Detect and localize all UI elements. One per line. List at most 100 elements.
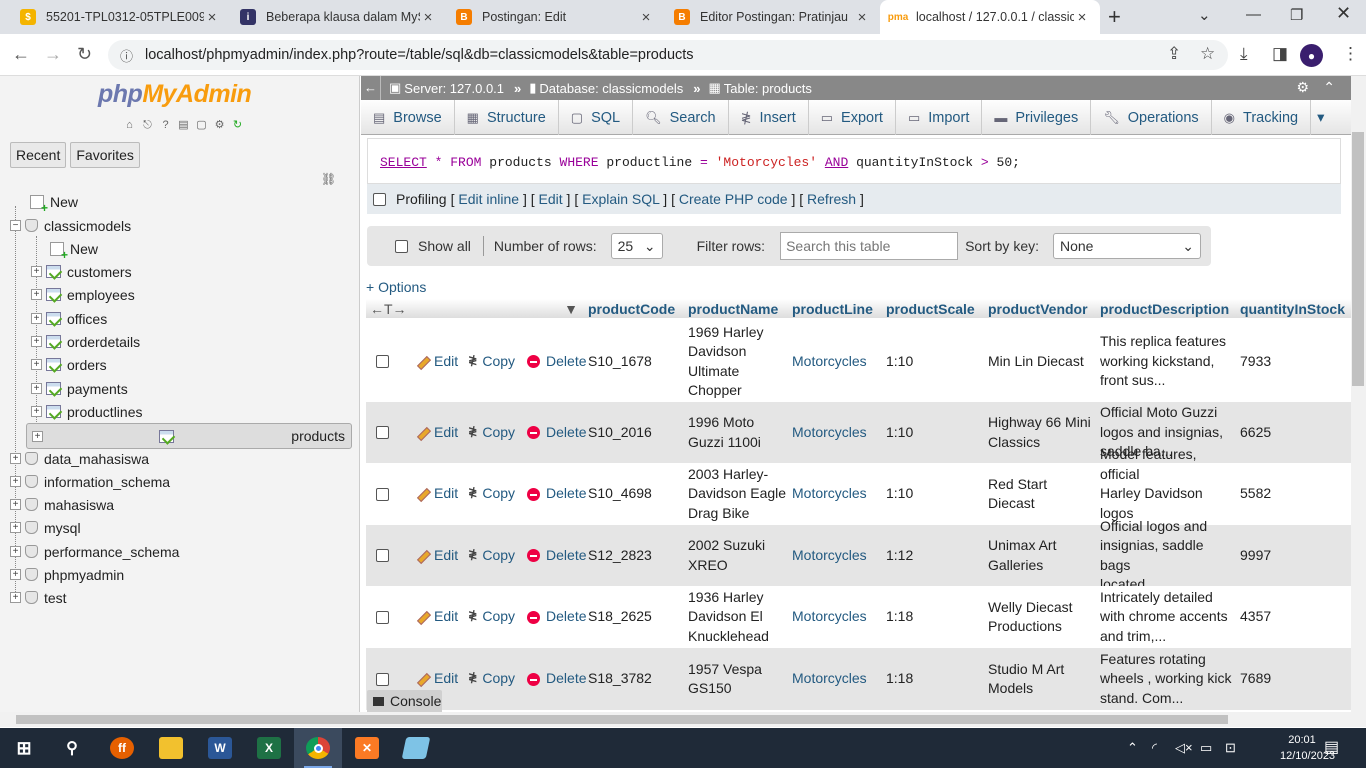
row-checkbox[interactable] <box>376 549 389 562</box>
expand-icon[interactable]: + <box>31 336 42 347</box>
tree-table-productlines[interactable]: + productlines <box>0 400 360 423</box>
delete-button[interactable]: Delete <box>527 352 587 372</box>
tab-browse[interactable]: ▤ Browse <box>361 100 455 135</box>
tree-db-data-mahasiswa[interactable]: + data_mahasiswa <box>0 447 360 470</box>
volume-icon[interactable]: ◁× <box>1175 740 1193 756</box>
tab-structure[interactable]: ▦ Structure <box>455 100 559 135</box>
url-field[interactable]: ⓘ localhost/phpmyadmin/index.php?route=/… <box>108 40 1228 70</box>
star-icon[interactable]: ☆ <box>1200 44 1215 64</box>
column-header[interactable]: productDescription <box>1096 301 1236 317</box>
tree-db-phpmyadmin[interactable]: + phpmyadmin <box>0 563 360 586</box>
xampp-icon[interactable]: ✕ <box>343 728 391 768</box>
close-icon[interactable]: × <box>204 9 220 26</box>
firefox-icon[interactable]: ff <box>98 728 146 768</box>
tree-db-performance-schema[interactable]: + performance_schema <box>0 540 360 563</box>
docs-page-icon[interactable]: ▢ <box>194 118 209 133</box>
copy-button[interactable]: ≹ Copy <box>468 352 515 372</box>
refresh-link[interactable]: Refresh <box>807 191 856 207</box>
edit-link[interactable]: Edit <box>539 191 563 207</box>
forward-icon[interactable]: → <box>44 44 62 65</box>
copy-button[interactable]: ≹ Copy <box>468 607 515 627</box>
browser-tab[interactable]: B Editor Postingan: Pratinjau × <box>664 0 880 34</box>
expand-icon[interactable]: + <box>10 499 21 510</box>
explain-sql-link[interactable]: Explain SQL <box>582 191 659 207</box>
new-tab-icon[interactable]: + <box>1108 4 1121 30</box>
tree-table-products[interactable]: + products <box>26 423 352 449</box>
cell-product-line[interactable]: Motorcycles <box>788 669 882 689</box>
expand-icon[interactable]: + <box>31 289 42 300</box>
expand-icon[interactable]: + <box>10 522 21 533</box>
tree-table-new[interactable]: New <box>0 237 360 262</box>
expand-icon[interactable]: + <box>10 453 21 464</box>
row-checkbox[interactable] <box>376 426 389 439</box>
language-icon[interactable]: ⊡ <box>1225 740 1236 756</box>
close-icon[interactable]: × <box>1074 9 1090 26</box>
row-checkbox[interactable] <box>376 610 389 624</box>
row-checkbox[interactable] <box>376 355 389 368</box>
expand-icon[interactable]: + <box>10 546 21 557</box>
copy-button[interactable]: ≹ Copy <box>468 423 515 443</box>
minimize-icon[interactable]: — <box>1246 6 1261 23</box>
tree-table-customers[interactable]: + customers <box>0 260 360 283</box>
close-window-icon[interactable]: ✕ <box>1336 3 1351 24</box>
file-explorer-icon[interactable] <box>147 728 195 768</box>
edit-button[interactable]: Edit <box>415 484 458 504</box>
chevron-up-icon[interactable]: ⌃ <box>1127 740 1138 756</box>
back-icon[interactable]: ← <box>12 44 30 65</box>
tree-db-information-schema[interactable]: + information_schema <box>0 470 360 493</box>
clock[interactable]: 20:01 12/10/2023 <box>1280 732 1335 764</box>
tree-table-orderdetails[interactable]: + orderdetails <box>0 330 360 353</box>
tab-sql[interactable]: ▢ SQL <box>559 100 634 135</box>
edit-button[interactable]: Edit <box>415 669 458 689</box>
exit-icon[interactable]: ⎋ <box>140 118 155 133</box>
chevron-down-icon[interactable]: ⌄ <box>1198 6 1211 24</box>
help-icon[interactable]: ? <box>158 118 173 133</box>
close-icon[interactable]: × <box>854 9 870 26</box>
avatar[interactable]: ● <box>1300 44 1323 67</box>
download-icon[interactable]: ⤓ <box>1240 44 1248 64</box>
word-icon[interactable]: W <box>196 728 244 768</box>
tree-new[interactable]: New <box>0 190 360 215</box>
expand-icon[interactable]: + <box>32 430 43 442</box>
edit-button[interactable]: Edit <box>415 352 458 372</box>
browser-tab[interactable]: i Beberapa klausa dalam MySQL × <box>230 0 446 34</box>
cell-product-line[interactable]: Motorcycles <box>788 423 882 443</box>
expand-icon[interactable]: + <box>31 266 42 277</box>
share-icon[interactable]: ⇪ <box>1167 44 1181 64</box>
console-button[interactable]: Console <box>367 690 442 712</box>
link-icon[interactable]: ⛓ <box>321 172 336 186</box>
gear-icon[interactable]: ⚙ <box>212 118 227 133</box>
expand-icon[interactable]: + <box>31 406 42 417</box>
column-header[interactable]: productName <box>684 301 788 317</box>
tab-export[interactable]: ▭ Export <box>809 100 896 135</box>
refresh-icon[interactable]: ↻ <box>230 118 245 133</box>
breadcrumb-table[interactable]: Table: products <box>724 81 812 96</box>
tree-db-mysql[interactable]: + mysql <box>0 516 360 539</box>
column-header[interactable]: productCode <box>584 301 684 317</box>
row-checkbox[interactable] <box>376 672 389 686</box>
edit-button[interactable]: Edit <box>415 423 458 443</box>
expand-icon[interactable]: + <box>10 592 21 603</box>
more-tabs-chevron-icon[interactable]: ▾ <box>1311 100 1330 135</box>
vertical-scroll-thumb[interactable] <box>1352 132 1364 386</box>
tab-operations[interactable]: 🔧︎ Operations <box>1091 100 1212 135</box>
column-header[interactable]: productLine <box>788 301 882 317</box>
column-header[interactable]: productScale <box>882 301 984 317</box>
collapse-panel-icon[interactable]: ← <box>361 76 381 100</box>
delete-button[interactable]: Delete <box>527 669 587 689</box>
chrome-icon[interactable] <box>294 728 342 768</box>
row-checkbox[interactable] <box>376 487 389 501</box>
expand-icon[interactable]: + <box>31 383 42 394</box>
cell-product-line[interactable]: Motorcycles <box>788 352 882 372</box>
info-icon[interactable]: ⓘ <box>120 46 133 65</box>
tab-tracking[interactable]: ◉ Tracking <box>1212 100 1312 135</box>
windows-start-icon[interactable]: ⊞ <box>0 728 48 768</box>
copy-button[interactable]: ≹ Copy <box>468 484 515 504</box>
tree-table-offices[interactable]: + offices <box>0 307 360 330</box>
create-php-code-link[interactable]: Create PHP code <box>679 191 788 207</box>
delete-button[interactable]: Delete <box>527 607 587 627</box>
expand-icon[interactable]: + <box>10 569 21 580</box>
docs-icon[interactable]: ▤ <box>176 118 191 133</box>
favorites-button[interactable]: Favorites <box>70 142 140 168</box>
excel-icon[interactable]: X <box>245 728 293 768</box>
